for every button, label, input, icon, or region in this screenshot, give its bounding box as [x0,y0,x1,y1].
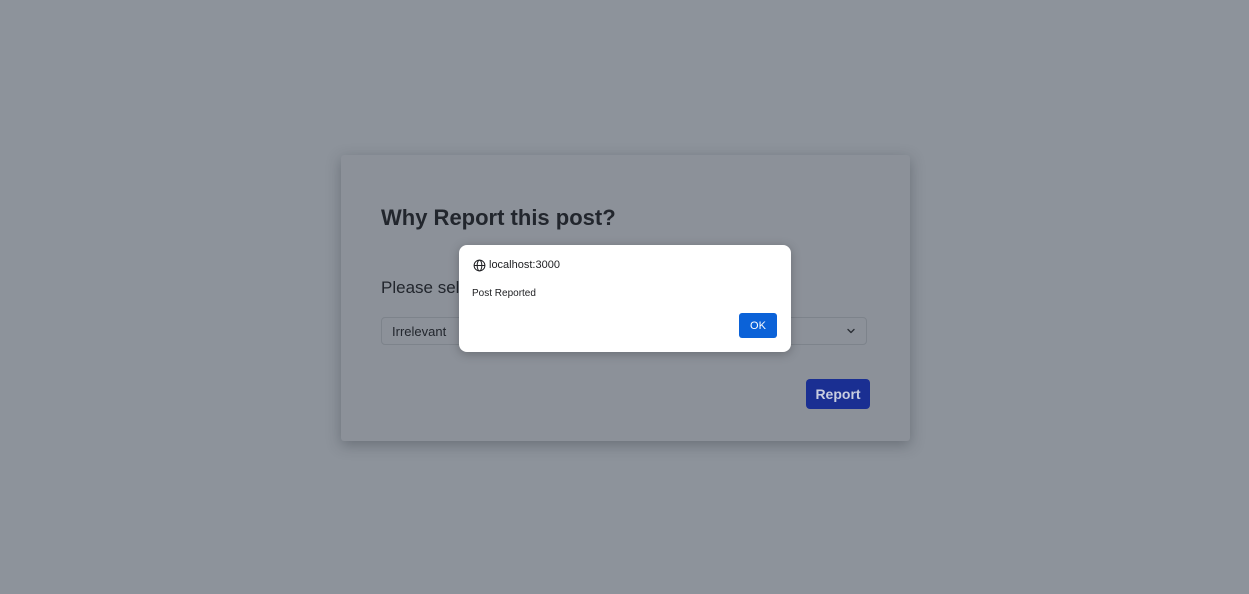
alert-origin: localhost:3000 [489,259,560,271]
reason-select-label: Please sele [381,278,469,297]
alert-message: Post Reported [472,288,536,299]
report-title: Why Report this post? [381,205,616,230]
report-button[interactable]: Report [806,379,870,409]
ok-button[interactable]: OK [739,313,777,338]
reason-selected-value: Irrelevant [392,324,447,339]
globe-icon [473,259,486,272]
chevron-down-icon [847,328,855,334]
alert-dialog: localhost:3000 Post Reported OK [459,245,791,352]
